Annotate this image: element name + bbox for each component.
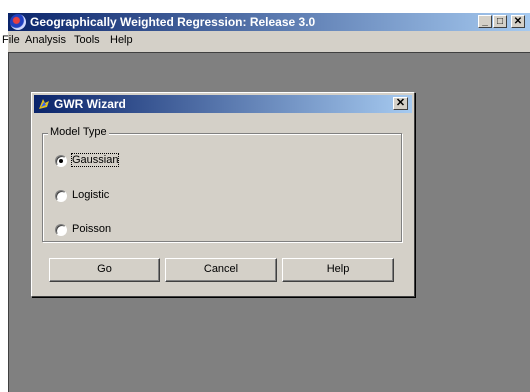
- menubar: File Analysis Tools Help: [2, 32, 530, 49]
- cancel-button[interactable]: Cancel: [165, 258, 277, 282]
- dialog-titlebar[interactable]: GWR Wizard ✕: [34, 95, 412, 113]
- menu-analysis[interactable]: Analysis: [25, 34, 66, 46]
- app-titlebar[interactable]: Geographically Weighted Regression: Rele…: [8, 13, 530, 31]
- close-button[interactable]: ✕: [511, 15, 525, 28]
- model-type-label: Model Type: [48, 126, 109, 138]
- poisson-radio[interactable]: [55, 224, 67, 236]
- menu-file[interactable]: File: [2, 34, 20, 46]
- app-title: Geographically Weighted Regression: Rele…: [30, 15, 316, 29]
- dialog-title: GWR Wizard: [54, 97, 126, 111]
- globe-icon: [10, 14, 26, 30]
- go-button[interactable]: Go: [49, 258, 160, 282]
- help-button[interactable]: Help: [282, 258, 394, 282]
- minimize-button[interactable]: _: [478, 15, 492, 28]
- poisson-label[interactable]: Poisson: [72, 223, 111, 235]
- maximize-button[interactable]: □: [493, 15, 507, 28]
- dialog-close-button[interactable]: ✕: [393, 97, 408, 110]
- logistic-label[interactable]: Logistic: [72, 189, 109, 201]
- gaussian-radio[interactable]: [55, 155, 67, 167]
- wizard-icon: [39, 99, 49, 109]
- gaussian-label[interactable]: Gaussian: [70, 153, 120, 167]
- menu-help[interactable]: Help: [110, 34, 133, 46]
- gwr-wizard-dialog: GWR Wizard ✕ Model Type Gaussian Logisti…: [31, 92, 415, 297]
- logistic-radio[interactable]: [55, 190, 67, 202]
- menu-tools[interactable]: Tools: [74, 34, 100, 46]
- radio-selected-dot: [59, 159, 63, 163]
